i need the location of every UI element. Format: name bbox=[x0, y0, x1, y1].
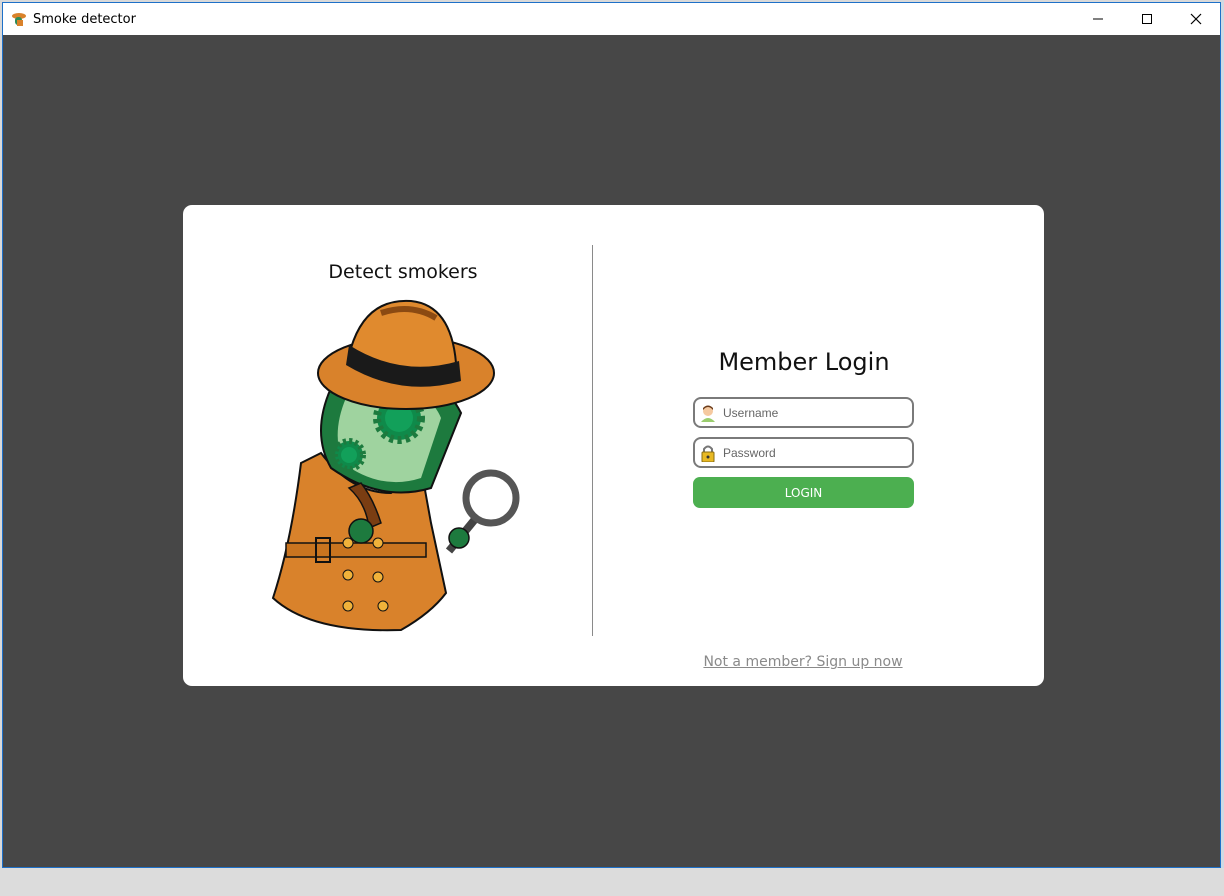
title-bar[interactable]: Smoke detector bbox=[3, 3, 1220, 35]
smoke-detector-app-icon bbox=[12, 13, 26, 26]
maximize-icon bbox=[1141, 14, 1152, 24]
background-window-strip bbox=[0, 868, 1224, 896]
window-controls bbox=[1073, 3, 1220, 35]
panel-divider bbox=[592, 245, 593, 636]
signup-link[interactable]: Not a member? Sign up now bbox=[683, 654, 923, 670]
username-field[interactable] bbox=[693, 397, 914, 428]
login-button[interactable]: LOGIN bbox=[693, 477, 914, 508]
lock-icon bbox=[701, 445, 715, 462]
close-button[interactable] bbox=[1171, 3, 1220, 35]
password-input[interactable] bbox=[723, 445, 903, 460]
window-title: Smoke detector bbox=[33, 11, 136, 27]
login-title: Member Login bbox=[718, 348, 890, 376]
login-card: Detect smokers Member Login Username LOG… bbox=[183, 205, 1044, 686]
password-field[interactable] bbox=[693, 437, 914, 468]
minimize-icon bbox=[1092, 18, 1103, 20]
username-input[interactable] bbox=[723, 405, 903, 420]
minimize-button[interactable] bbox=[1073, 3, 1122, 35]
close-icon bbox=[1190, 13, 1201, 25]
left-panel-title: Detect smokers bbox=[328, 261, 478, 283]
app-window: Smoke detector Detect smokers Member Log… bbox=[2, 2, 1221, 868]
user-icon bbox=[701, 405, 715, 422]
detective-mascot-illustration bbox=[271, 299, 520, 632]
maximize-button[interactable] bbox=[1122, 3, 1171, 35]
